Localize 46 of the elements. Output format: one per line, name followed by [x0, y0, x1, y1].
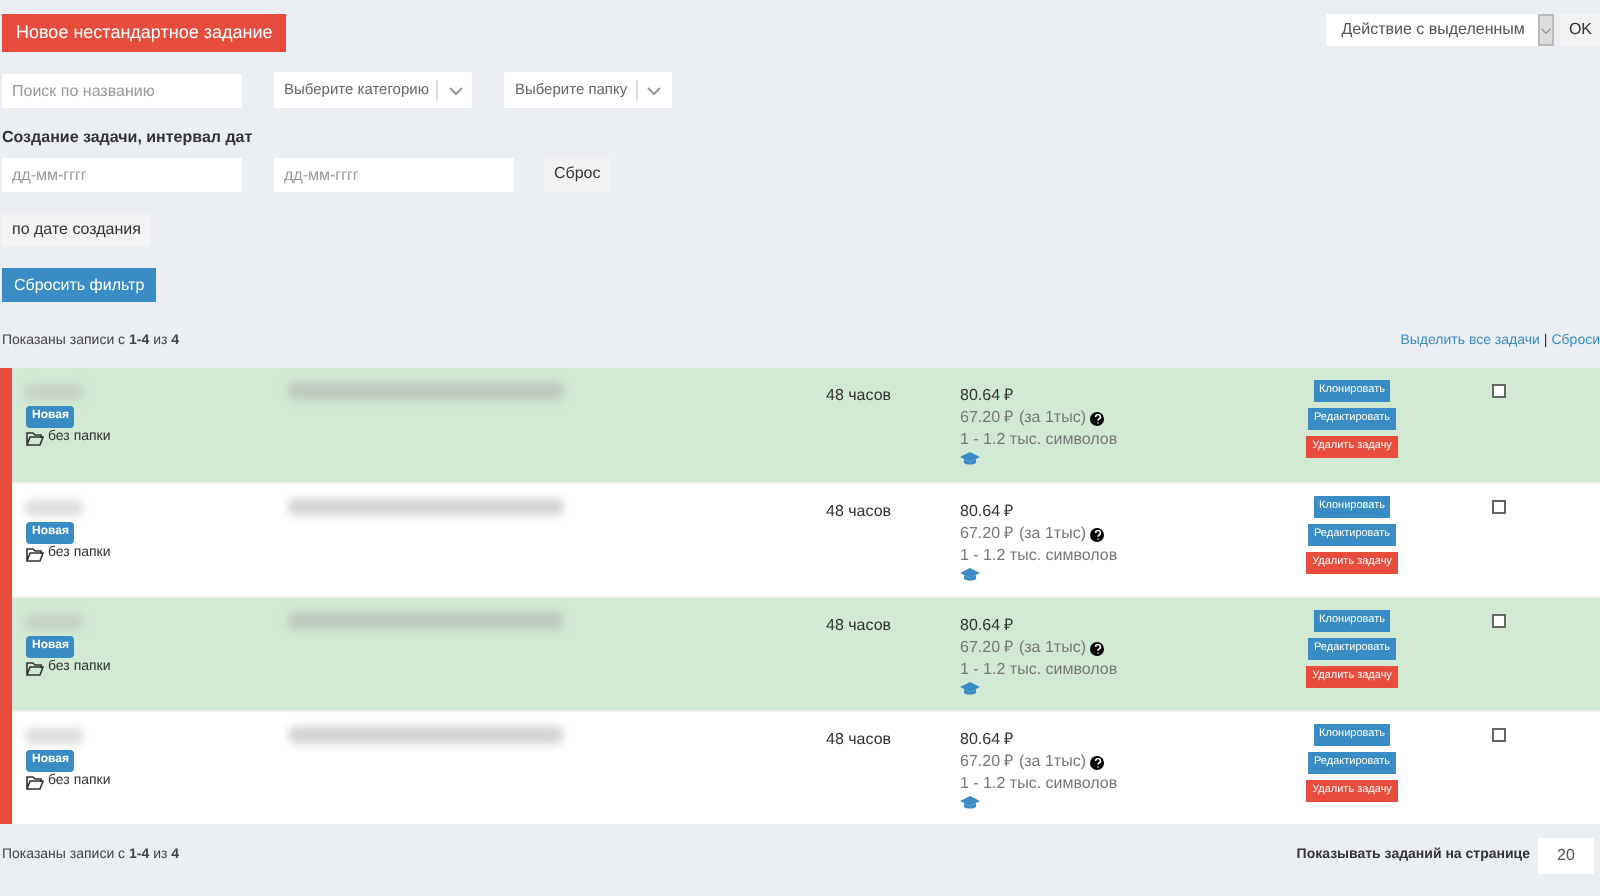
help-icon	[1090, 755, 1104, 769]
blurred-text	[24, 728, 84, 744]
bulk-action-select[interactable]: Действие с выделенным	[1325, 14, 1555, 46]
date-range-label: Создание задачи, интервал дат	[2, 126, 255, 150]
deadline: 48 часов	[826, 384, 892, 408]
folder-icon	[26, 661, 44, 676]
reset-filter-button[interactable]: Сбросить фильтр	[2, 268, 157, 302]
length-range: 1 - 1.2 тыс. символов	[960, 544, 1118, 568]
length-range: 1 - 1.2 тыс. символов	[960, 658, 1118, 682]
help-icon	[1090, 527, 1104, 541]
rate: 67.20 ₽ (за 1тыс)	[960, 406, 1086, 430]
price: 80.64 ₽	[960, 500, 1015, 524]
length-range: 1 - 1.2 тыс. символов	[960, 772, 1118, 796]
ok-button[interactable]: OK	[1560, 14, 1600, 46]
per-page-field[interactable]: 20	[1538, 838, 1594, 874]
folder-icon	[26, 775, 44, 790]
price: 80.64 ₽	[960, 728, 1015, 752]
deadline: 48 часов	[826, 728, 892, 752]
sort-button[interactable]: по дате создания	[2, 212, 151, 246]
row-checkbox[interactable]	[1492, 614, 1506, 628]
length-range: 1 - 1.2 тыс. символов	[960, 428, 1118, 452]
reset-button[interactable]: Сброс	[544, 156, 611, 192]
help-icon	[1090, 411, 1104, 425]
row-checkbox[interactable]	[1492, 384, 1506, 398]
rate: 67.20 ₽ (за 1тыс)	[960, 636, 1086, 660]
graduation-cap-icon	[960, 796, 980, 810]
row-checkbox[interactable]	[1492, 500, 1506, 514]
search-field[interactable]: Поиск по названию	[2, 73, 242, 107]
date-field[interactable]: дд-мм-гггг	[274, 157, 514, 191]
folder-icon	[26, 547, 44, 562]
help-icon	[1090, 641, 1104, 655]
price: 80.64 ₽	[960, 614, 1015, 638]
deadline: 48 часов	[826, 500, 892, 524]
chevron-icon	[1538, 14, 1555, 46]
row-checkbox[interactable]	[1492, 728, 1506, 742]
rate: 67.20 ₽ (за 1тыс)	[960, 522, 1086, 546]
folder-icon	[26, 431, 44, 446]
graduation-cap-icon	[960, 568, 980, 582]
date-field[interactable]: дд-мм-гггг	[2, 157, 242, 191]
deadline: 48 часов	[826, 614, 892, 638]
price: 80.64 ₽	[960, 384, 1015, 408]
blurred-text	[24, 500, 84, 516]
rate: 67.20 ₽ (за 1тыс)	[960, 750, 1086, 774]
new-task-button[interactable]: Новое нестандартное задание	[2, 14, 287, 52]
graduation-cap-icon	[960, 452, 980, 466]
graduation-cap-icon	[960, 682, 980, 696]
